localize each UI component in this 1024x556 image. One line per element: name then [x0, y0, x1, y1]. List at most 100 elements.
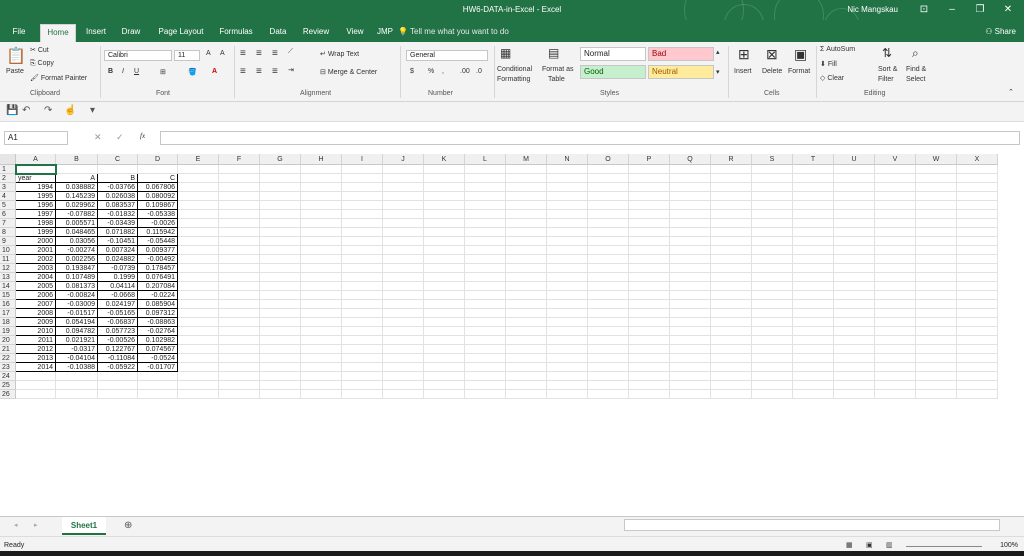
cell[interactable] — [875, 201, 916, 210]
cell[interactable] — [957, 345, 998, 354]
conditional-formatting-icon[interactable]: ▦ — [500, 46, 511, 60]
cell[interactable] — [506, 300, 547, 309]
column-header[interactable]: C — [98, 154, 138, 165]
cell[interactable]: 2000 — [16, 237, 56, 246]
cell[interactable] — [260, 363, 301, 372]
align-middle-icon[interactable]: ≡ — [256, 48, 262, 59]
align-bottom-icon[interactable]: ≡ — [272, 48, 278, 59]
cell[interactable] — [424, 228, 465, 237]
cell[interactable] — [916, 192, 957, 201]
cell[interactable]: 0.024882 — [98, 255, 138, 264]
cell[interactable] — [260, 264, 301, 273]
cell[interactable] — [793, 228, 834, 237]
cell[interactable] — [506, 327, 547, 336]
tab-formulas[interactable]: Formulas — [214, 24, 258, 42]
cell[interactable] — [547, 192, 588, 201]
cell[interactable]: -0.00274 — [56, 246, 98, 255]
cell[interactable] — [629, 255, 670, 264]
row-header[interactable]: 16 — [0, 300, 16, 309]
insert-cells-icon[interactable]: ⊞ — [738, 46, 750, 63]
cell[interactable]: 2013 — [16, 354, 56, 363]
styles-scroll-up-icon[interactable]: ▴ — [716, 48, 720, 56]
cell[interactable] — [916, 174, 957, 183]
cell[interactable]: -0.00526 — [98, 336, 138, 345]
cell[interactable] — [875, 309, 916, 318]
cell[interactable] — [547, 372, 588, 381]
zoom-level[interactable]: 100% — [1000, 542, 1018, 549]
cell[interactable] — [834, 273, 875, 282]
cell[interactable] — [219, 183, 260, 192]
cell[interactable] — [465, 201, 506, 210]
cell[interactable] — [424, 300, 465, 309]
column-header[interactable]: K — [424, 154, 465, 165]
decrease-decimal-button[interactable]: .0 — [476, 68, 482, 75]
bold-button[interactable]: B — [108, 68, 113, 75]
cell[interactable] — [547, 327, 588, 336]
cell[interactable] — [588, 246, 629, 255]
cell[interactable] — [875, 192, 916, 201]
cell[interactable] — [670, 201, 711, 210]
cell[interactable] — [629, 264, 670, 273]
cell[interactable] — [957, 255, 998, 264]
cell[interactable] — [506, 390, 547, 399]
cell[interactable] — [711, 219, 752, 228]
cell[interactable] — [875, 327, 916, 336]
cell[interactable] — [383, 246, 424, 255]
cell[interactable] — [711, 201, 752, 210]
cell[interactable] — [178, 336, 219, 345]
cell[interactable] — [916, 336, 957, 345]
autosum-button[interactable]: Σ AutoSum — [820, 46, 855, 53]
tell-me-search[interactable]: 💡 Tell me what you want to do — [398, 27, 509, 36]
cell[interactable] — [875, 372, 916, 381]
cell[interactable] — [875, 381, 916, 390]
paste-icon[interactable]: 📋 — [6, 46, 26, 66]
cell[interactable] — [834, 246, 875, 255]
cell[interactable] — [916, 165, 957, 174]
cell[interactable] — [506, 192, 547, 201]
cell[interactable] — [301, 390, 342, 399]
cell[interactable] — [711, 282, 752, 291]
cell[interactable] — [16, 372, 56, 381]
cell[interactable]: 0.109867 — [138, 201, 178, 210]
cell[interactable]: -0.0524 — [138, 354, 178, 363]
cell[interactable] — [957, 210, 998, 219]
cell[interactable] — [629, 183, 670, 192]
touch-mode-icon[interactable]: ☝ — [64, 105, 76, 116]
cell[interactable] — [588, 273, 629, 282]
zoom-slider[interactable] — [906, 546, 982, 547]
cell[interactable] — [301, 318, 342, 327]
cell[interactable]: -0.0739 — [98, 264, 138, 273]
cell[interactable]: 0.094782 — [56, 327, 98, 336]
cell[interactable] — [629, 390, 670, 399]
column-header[interactable]: G — [260, 154, 301, 165]
cell[interactable] — [670, 246, 711, 255]
cell[interactable] — [301, 219, 342, 228]
cell[interactable] — [916, 219, 957, 228]
cancel-icon[interactable]: ✕ — [94, 132, 102, 143]
tab-view[interactable]: View — [340, 24, 370, 42]
cell[interactable] — [98, 381, 138, 390]
cell[interactable] — [793, 165, 834, 174]
row-header[interactable]: 18 — [0, 318, 16, 327]
row-header[interactable]: 12 — [0, 264, 16, 273]
customize-toolbar-icon[interactable]: ▾ — [90, 105, 95, 116]
cell[interactable] — [301, 327, 342, 336]
cell[interactable]: -0.10451 — [98, 237, 138, 246]
cell[interactable] — [178, 345, 219, 354]
cell[interactable] — [260, 282, 301, 291]
cell[interactable] — [342, 363, 383, 372]
column-header[interactable]: S — [752, 154, 793, 165]
cell[interactable] — [178, 282, 219, 291]
cell[interactable] — [547, 309, 588, 318]
cell[interactable] — [670, 354, 711, 363]
scroll-sheet-left-icon[interactable]: ◂ — [14, 521, 18, 529]
cell[interactable] — [547, 291, 588, 300]
cell[interactable] — [629, 174, 670, 183]
cell[interactable] — [56, 372, 98, 381]
cell[interactable] — [260, 318, 301, 327]
column-header[interactable]: O — [588, 154, 629, 165]
cell[interactable]: 1995 — [16, 192, 56, 201]
cell[interactable]: -0.04104 — [56, 354, 98, 363]
cell[interactable] — [834, 390, 875, 399]
cell[interactable] — [219, 372, 260, 381]
